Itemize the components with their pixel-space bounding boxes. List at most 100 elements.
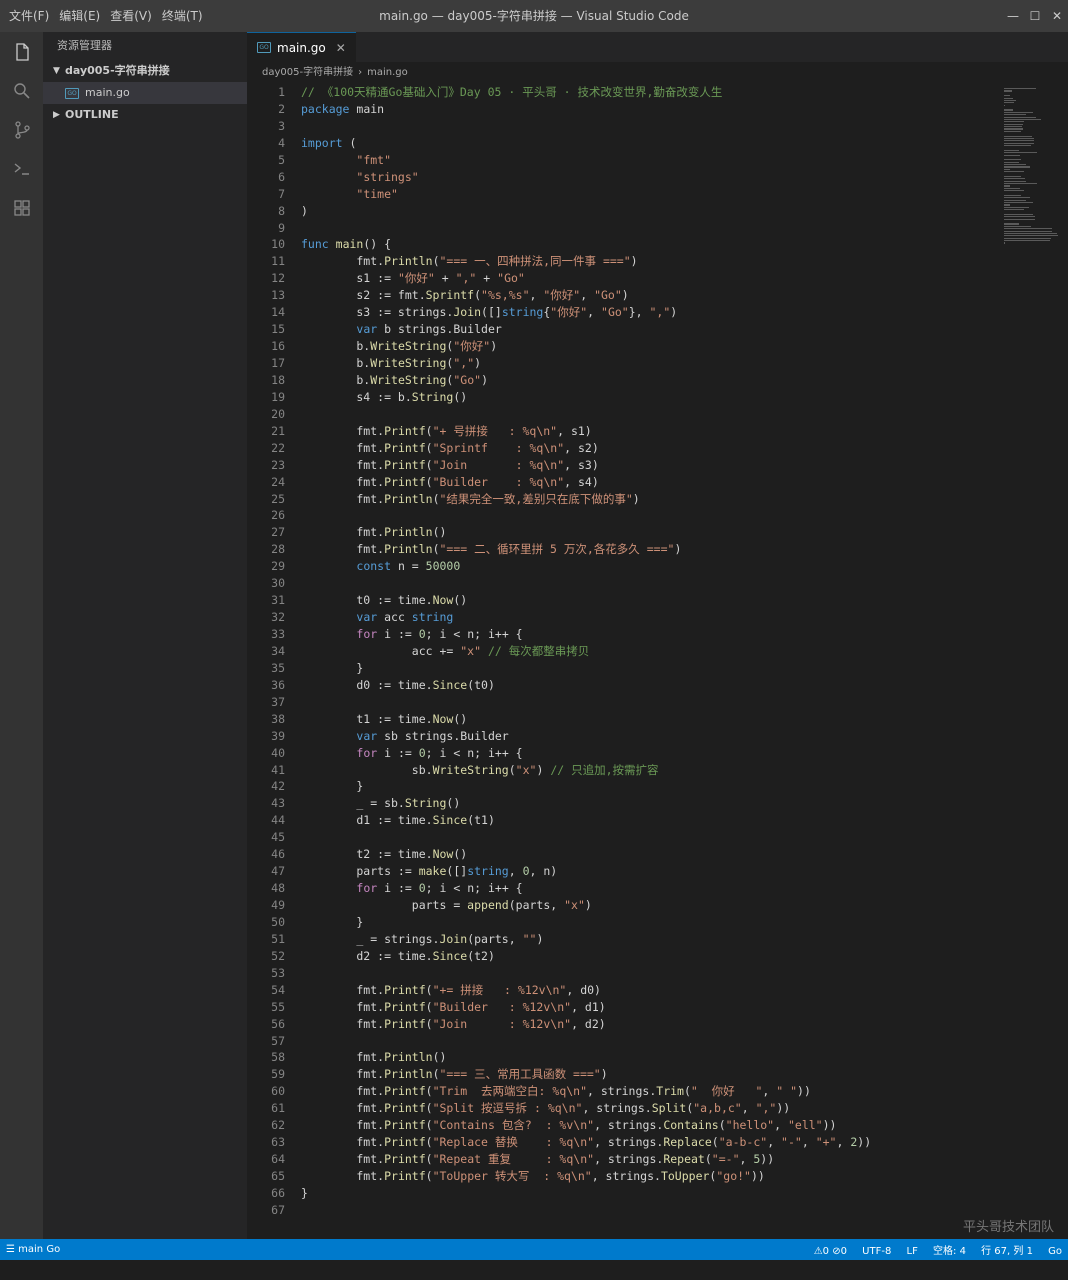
code-line[interactable]: 2 package main xyxy=(247,101,1068,118)
code-line[interactable]: 41 sb.WriteString("x") // 只追加,按需扩容 xyxy=(247,762,1068,779)
file-item-main-go[interactable]: GO main.go xyxy=(43,82,247,104)
code-line[interactable]: 5 "fmt" xyxy=(247,152,1068,169)
code-line[interactable]: 21 fmt.Printf("+ 号拼接 : %q\n", s1) xyxy=(247,423,1068,440)
code-line[interactable]: 33 for i := 0; i < n; i++ { xyxy=(247,626,1068,643)
code-line[interactable]: 44 d1 := time.Since(t1) xyxy=(247,812,1068,829)
source-control-icon[interactable] xyxy=(0,110,43,149)
code-line[interactable]: 22 fmt.Printf("Sprintf : %q\n", s2) xyxy=(247,440,1068,457)
code-line[interactable]: 52 d2 := time.Since(t2) xyxy=(247,948,1068,965)
code-line[interactable]: 59 fmt.Println("=== 三、常用工具函数 ===") xyxy=(247,1066,1068,1083)
code-line[interactable]: 23 fmt.Printf("Join : %q\n", s3) xyxy=(247,457,1068,474)
maximize-button[interactable]: ☐ xyxy=(1024,0,1046,32)
outline-section[interactable]: ▶ OUTLINE xyxy=(43,104,247,126)
code-line[interactable]: 58 fmt.Println() xyxy=(247,1049,1068,1066)
code-line[interactable]: 49 parts = append(parts, "x") xyxy=(247,897,1068,914)
code-line[interactable]: 8) xyxy=(247,203,1068,220)
code-line[interactable]: 30 xyxy=(247,575,1068,592)
code-token: fmt. xyxy=(301,1084,385,1099)
code-line[interactable]: 50 } xyxy=(247,914,1068,931)
code-token: , d1) xyxy=(571,999,606,1014)
code-line[interactable]: 1 // 《100天精通Go基础入门》Day 05 · 平头哥 · 技术改变世界,… xyxy=(247,84,1068,101)
code-line[interactable]: 7 "time" xyxy=(247,186,1068,203)
code-line[interactable]: 24 fmt.Printf("Builder : %q\n", s4) xyxy=(247,474,1068,491)
code-line[interactable]: 6 "strings" xyxy=(247,169,1068,186)
branch-name[interactable]: main xyxy=(18,1244,43,1255)
code-line[interactable]: 10 func main() { xyxy=(247,236,1068,253)
code-line[interactable]: 12 s1 := "你好" + "," + "Go" xyxy=(247,270,1068,287)
code-line[interactable]: 20 xyxy=(247,406,1068,423)
tab-main-go[interactable]: GO main.go ✕ xyxy=(247,32,356,62)
code-line[interactable]: 13 s2 := fmt.Sprintf("%s,%s", "你好", "Go"… xyxy=(247,287,1068,304)
extensions-icon[interactable] xyxy=(0,188,43,227)
code-line[interactable]: 54 fmt.Printf("+= 拼接 : %12v\n", d0) xyxy=(247,982,1068,999)
menu-view[interactable]: 查看(V) xyxy=(105,0,157,32)
code-line[interactable]: 19 s4 := b.String() xyxy=(247,389,1068,406)
minimize-button[interactable]: — xyxy=(1002,0,1024,32)
code-line[interactable]: 57 xyxy=(247,1033,1068,1050)
code-line[interactable]: 37 xyxy=(247,694,1068,711)
code-editor[interactable]: 1 // 《100天精通Go基础入门》Day 05 · 平头哥 · 技术改变世界,… xyxy=(247,84,1068,1219)
code-line[interactable]: 36 d0 := time.Since(t0) xyxy=(247,677,1068,694)
code-line[interactable]: 15 var b strings.Builder xyxy=(247,321,1068,338)
code-line[interactable]: 16 b.WriteString("你好") xyxy=(247,338,1068,355)
code-token: ) xyxy=(670,305,678,320)
code-line[interactable]: 62 fmt.Printf("Contains 包含? : %v\n", str… xyxy=(247,1117,1068,1134)
code-line[interactable]: 14 s3 := strings.Join([]string{"你好", "Go… xyxy=(247,304,1068,321)
folder-item[interactable]: ▼ day005-字符串拼接 xyxy=(43,60,247,82)
code-line[interactable]: 60 fmt.Printf("Trim 去两端空白: %q\n", string… xyxy=(247,1083,1068,1100)
language-mode[interactable]: Go xyxy=(1048,1246,1062,1257)
code-line[interactable]: 9 xyxy=(247,220,1068,237)
line-source: b.WriteString(",") xyxy=(301,355,481,372)
close-icon[interactable]: ✕ xyxy=(336,41,346,55)
code-line[interactable]: 29 const n = 50000 xyxy=(247,558,1068,575)
code-line[interactable]: 45 xyxy=(247,829,1068,846)
code-line[interactable]: 40 for i := 0; i < n; i++ { xyxy=(247,745,1068,762)
code-line[interactable]: 26 xyxy=(247,507,1068,524)
code-line[interactable]: 63 fmt.Printf("Replace 替换 : %q\n", strin… xyxy=(247,1134,1068,1151)
code-line[interactable]: 42 } xyxy=(247,778,1068,795)
code-line[interactable]: 38 t1 := time.Now() xyxy=(247,711,1068,728)
indent-indicator[interactable]: 空格: 4 xyxy=(933,1246,966,1257)
code-token: , xyxy=(762,1084,777,1099)
problems-indicator[interactable]: ⚠0 ⊘0 xyxy=(814,1246,847,1257)
code-line[interactable]: 56 fmt.Printf("Join : %12v\n", d2) xyxy=(247,1016,1068,1033)
code-line[interactable]: 46 t2 := time.Now() xyxy=(247,846,1068,863)
code-line[interactable]: 17 b.WriteString(",") xyxy=(247,355,1068,372)
code-line[interactable]: 64 fmt.Printf("Repeat 重复 : %q\n", string… xyxy=(247,1151,1068,1168)
cursor-position[interactable]: 行 67, 列 1 xyxy=(981,1246,1033,1257)
minimap[interactable] xyxy=(1004,88,1058,248)
breadcrumb-file[interactable]: main.go xyxy=(367,62,408,84)
search-icon[interactable] xyxy=(0,71,43,110)
code-line[interactable]: 61 fmt.Printf("Split 按逗号拆 : %q\n", strin… xyxy=(247,1100,1068,1117)
menu-edit[interactable]: 编辑(E) xyxy=(54,0,105,32)
code-line[interactable]: 31 t0 := time.Now() xyxy=(247,592,1068,609)
code-line[interactable]: 47 parts := make([]string, 0, n) xyxy=(247,863,1068,880)
code-line[interactable]: 11 fmt.Println("=== 一、四种拼法,同一件事 ===") xyxy=(247,253,1068,270)
code-line[interactable]: 39 var sb strings.Builder xyxy=(247,728,1068,745)
menu-terminal[interactable]: 终端(T) xyxy=(157,0,208,32)
code-line[interactable]: 34 acc += "x" // 每次都整串拷贝 xyxy=(247,643,1068,660)
code-line[interactable]: 25 fmt.Println("结果完全一致,差别只在底下做的事") xyxy=(247,491,1068,508)
code-line[interactable]: 28 fmt.Println("=== 二、循环里拼 5 万次,各花多久 ===… xyxy=(247,541,1068,558)
files-icon[interactable] xyxy=(0,32,43,71)
eol-indicator[interactable]: LF xyxy=(907,1246,918,1257)
code-line[interactable]: 51 _ = strings.Join(parts, "") xyxy=(247,931,1068,948)
code-line[interactable]: 35 } xyxy=(247,660,1068,677)
code-line[interactable]: 3 xyxy=(247,118,1068,135)
code-line[interactable]: 66} xyxy=(247,1185,1068,1202)
code-line[interactable]: 43 _ = sb.String() xyxy=(247,795,1068,812)
code-line[interactable]: 32 var acc string xyxy=(247,609,1068,626)
code-line[interactable]: 65 fmt.Printf("ToUpper 转大写 : %q\n", stri… xyxy=(247,1168,1068,1185)
code-line[interactable]: 4 import ( xyxy=(247,135,1068,152)
close-window-button[interactable]: ✕ xyxy=(1046,0,1068,32)
code-line[interactable]: 67 xyxy=(247,1202,1068,1219)
code-line[interactable]: 18 b.WriteString("Go") xyxy=(247,372,1068,389)
code-line[interactable]: 48 for i := 0; i < n; i++ { xyxy=(247,880,1068,897)
breadcrumb-folder[interactable]: day005-字符串拼接 xyxy=(262,62,353,84)
encoding-indicator[interactable]: UTF-8 xyxy=(862,1246,891,1257)
code-line[interactable]: 55 fmt.Printf("Builder : %12v\n", d1) xyxy=(247,999,1068,1016)
code-line[interactable]: 27 fmt.Println() xyxy=(247,524,1068,541)
code-line[interactable]: 53 xyxy=(247,965,1068,982)
menu-file[interactable]: 文件(F) xyxy=(4,0,54,32)
terminal-icon[interactable] xyxy=(0,149,43,188)
